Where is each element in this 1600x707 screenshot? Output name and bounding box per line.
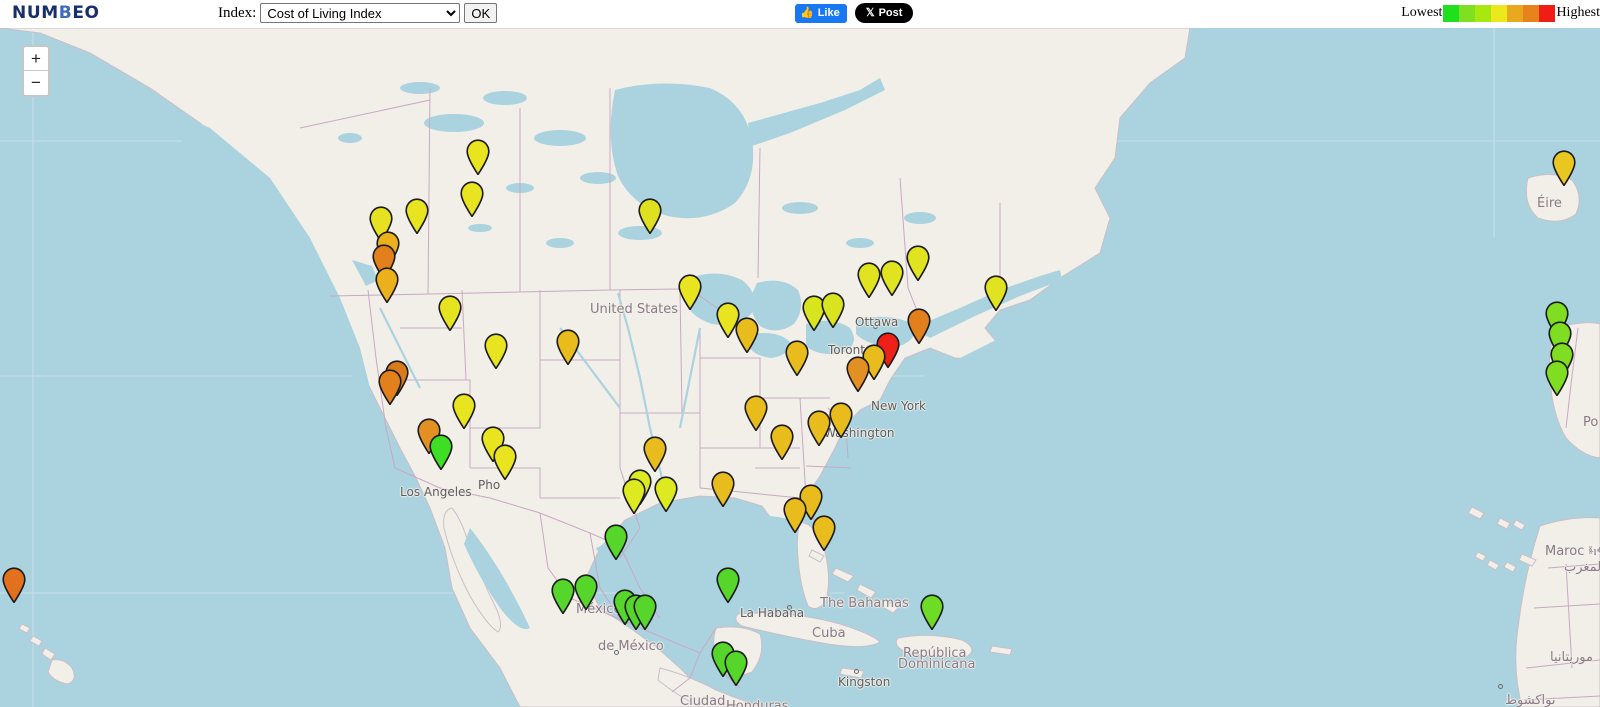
logo-text-part3: EO [72, 3, 100, 23]
legend-highest-label: Highest [1556, 5, 1600, 20]
legend-swatch-3 [1491, 4, 1508, 22]
map-marker[interactable] [905, 245, 931, 281]
index-selector-form: Index: Cost of Living IndexCrime IndexHe… [218, 2, 498, 24]
legend-lowest-label: Lowest [1401, 5, 1443, 20]
map-zoom-control: + − [22, 45, 50, 97]
legend-swatch-6 [1539, 4, 1556, 22]
map-marker[interactable] [782, 497, 808, 533]
map-marker[interactable] [637, 198, 663, 234]
legend-swatch-2 [1475, 4, 1492, 22]
facebook-like-label: Like [817, 6, 840, 19]
map-marker[interactable] [1544, 360, 1570, 396]
map-marker[interactable] [621, 478, 647, 514]
social-buttons: 👍 Like 𝕏 Post [795, 3, 914, 23]
map-marker[interactable] [769, 424, 795, 460]
legend-swatch-1 [1459, 4, 1476, 22]
legend-swatch-0 [1443, 4, 1460, 22]
map-marker[interactable] [603, 524, 629, 560]
map-marker[interactable] [845, 356, 871, 392]
zoom-in-button[interactable]: + [24, 47, 48, 71]
map-marker[interactable] [983, 275, 1009, 311]
map-marker[interactable] [734, 317, 760, 353]
map-marker[interactable] [723, 650, 749, 686]
map-container[interactable]: .land { fill:#f2efe9; stroke:#c9bfc8; st… [0, 28, 1600, 707]
logo-text-part2: B [58, 3, 73, 23]
map-marker[interactable] [677, 274, 703, 310]
map-marker[interactable] [374, 267, 400, 303]
map-marker[interactable] [555, 329, 581, 365]
legend-swatch-4 [1507, 4, 1524, 22]
map-marker[interactable] [906, 308, 932, 344]
facebook-like-button[interactable]: 👍 Like [795, 3, 847, 23]
index-select[interactable]: Cost of Living IndexCrime IndexHealth Ca… [260, 3, 461, 23]
map-marker[interactable] [710, 471, 736, 507]
zoom-out-button[interactable]: − [24, 71, 48, 95]
map-marker[interactable] [573, 574, 599, 610]
map-marker[interactable] [784, 340, 810, 376]
map-marker[interactable] [483, 333, 509, 369]
x-post-button[interactable]: 𝕏 Post [854, 3, 914, 23]
map-marker[interactable] [806, 410, 832, 446]
numbeo-logo[interactable]: NUMBEO [12, 3, 100, 23]
map-marker[interactable] [743, 395, 769, 431]
map-marker[interactable] [465, 139, 491, 175]
map-marker[interactable] [1, 567, 27, 603]
map-marker[interactable] [1551, 150, 1577, 186]
map-marker[interactable] [428, 434, 454, 470]
thumbs-up-icon: 👍 [800, 6, 814, 19]
map-marker[interactable] [879, 260, 905, 296]
x-logo-icon: 𝕏 [865, 7, 875, 19]
map-marker[interactable] [811, 515, 837, 551]
color-legend: Lowest Highest [1401, 3, 1600, 23]
map-marker[interactable] [451, 393, 477, 429]
legend-swatch-5 [1523, 4, 1540, 22]
map-marker[interactable] [642, 436, 668, 472]
map-marker[interactable] [820, 292, 846, 328]
legend-swatches [1443, 4, 1556, 22]
map-marker[interactable] [437, 295, 463, 331]
map-marker[interactable] [459, 181, 485, 217]
map-marker[interactable] [492, 444, 518, 480]
page-header: NUMBEO Index: Cost of Living IndexCrime … [0, 0, 1600, 28]
map-marker[interactable] [377, 369, 403, 405]
map-marker[interactable] [715, 567, 741, 603]
map-marker[interactable] [653, 476, 679, 512]
index-label: Index: [218, 5, 257, 21]
map-marker[interactable] [632, 594, 658, 630]
map-marker[interactable] [404, 198, 430, 234]
logo-text-part1: NUM [12, 3, 59, 23]
map-marker[interactable] [919, 594, 945, 630]
ok-button[interactable]: OK [464, 3, 498, 23]
x-post-label: Post [878, 7, 903, 19]
